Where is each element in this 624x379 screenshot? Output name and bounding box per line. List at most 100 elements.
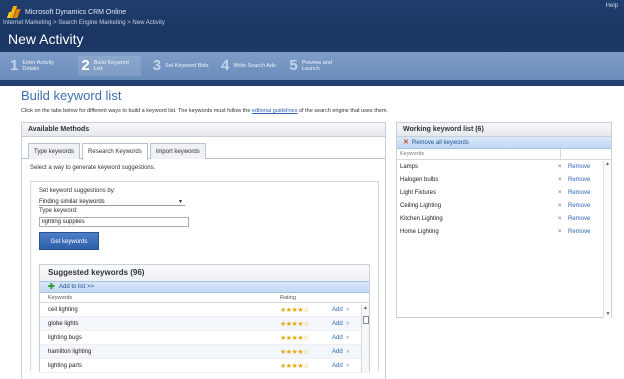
remove-all-button[interactable]: ✕ Remove all keywords [397,137,611,149]
remove-all-label: Remove all keywords [411,139,469,146]
keywords-column-header[interactable]: Keywords [400,149,424,159]
suggest-by-select[interactable]: Finding similar keywords ▼ [39,198,185,206]
keywords-column-header[interactable]: Keywords [40,293,280,302]
remove-link[interactable]: Remove [568,164,590,170]
keyword-cell: lighting bugs [48,334,82,341]
rating-stars-icon: ★★★★☆ [280,320,309,328]
suggest-by-value: Finding similar keywords [39,199,105,205]
step-label: Build Keyword List [93,60,129,72]
keyword-cell: globe lights [48,320,79,327]
remove-link[interactable]: Remove [568,177,590,183]
list-item: Halogen bulbs × Remove [397,173,611,186]
step-label: Write Search Ads [233,63,276,69]
step-label: Set Keyword Bids [165,63,209,69]
research-box: Set keyword suggestions by: Finding simi… [30,181,379,373]
get-keywords-button[interactable]: Get keywords [39,232,99,250]
app-title: Microsoft Dynamics CRM Online [25,9,127,16]
keyword-cell: hamilton lighting [48,348,92,355]
remove-x-icon[interactable]: × [558,216,568,222]
step-number: 5 [289,57,298,74]
step-write-ads[interactable]: 4 Write Search Ads [221,58,277,74]
working-rows: Lamps × Remove Halogen bulbs × Remove Li… [397,160,611,238]
tab-import-keywords[interactable]: Import keywords [149,143,206,159]
editorial-guidelines-link[interactable]: editorial guidelines [252,108,298,114]
working-keyword: Light Fixtures [400,189,437,196]
working-scrollbar[interactable]: ▲ ▼ [603,161,611,318]
remove-x-icon[interactable]: × [558,229,568,235]
remove-icon: ✕ [403,138,409,146]
method-hint: Select a way to generate keyword suggest… [30,165,156,171]
double-chevron-right-icon: » [346,362,350,369]
step-build-keyword-list[interactable]: 2 Build Keyword List [78,56,141,76]
add-link[interactable]: Add [332,321,346,327]
table-row[interactable]: ceil lighting ★★★★☆ Add » [40,303,369,317]
table-row[interactable]: lighting bugs ★★★★☆ Add » [40,331,369,345]
add-link[interactable]: Add [332,349,346,355]
keyword-cell: ceil lighting [48,306,78,313]
keyword-input[interactable] [39,217,189,227]
suggested-scrollbar[interactable]: ▲ [361,305,369,373]
remove-x-icon[interactable]: × [558,203,568,209]
double-chevron-right-icon: » [346,320,350,327]
tab-type-keywords[interactable]: Type keywords [28,143,81,159]
remove-link[interactable]: Remove [568,203,590,209]
method-tabs: Type keywords Research Keywords Import k… [22,137,385,160]
remove-x-icon[interactable]: × [558,190,568,196]
rating-stars-icon: ★★★★☆ [280,306,309,314]
rating-stars-icon: ★★★★☆ [280,362,309,370]
add-to-list-button[interactable]: ✚ Add to list >> [40,281,369,293]
tab-research-keywords[interactable]: Research Keywords [82,143,148,160]
step-number: 3 [152,57,162,74]
working-column-header: Keywords [397,149,611,160]
remove-link[interactable]: Remove [568,229,590,235]
step-enter-details[interactable]: 1 Enter Activity Details [10,58,66,74]
section-title: Build keyword list [21,88,122,103]
step-preview-launch[interactable]: 5 Preview and Launch [289,58,345,74]
remove-x-icon[interactable]: × [558,164,568,170]
chevron-down-icon: ▼ [178,199,183,205]
available-methods-panel: Available Methods Type keywords Research… [21,122,386,379]
list-item: Kitchen Lighting × Remove [397,212,611,225]
remove-link[interactable]: Remove [568,190,590,196]
intro-text-before: Click on the tabs below for different wa… [21,108,252,114]
step-number: 1 [10,57,19,74]
step-label: Enter Activity Details [22,60,55,72]
add-link[interactable]: Add [332,307,346,313]
step-set-bids[interactable]: 3 Set Keyword Bids [153,58,209,74]
add-to-list-label: Add to list >> [59,283,95,290]
remove-link[interactable]: Remove [568,216,590,222]
wizard-steps: 1 Enter Activity Details 2 Build Keyword… [0,52,624,80]
suggested-rows: ceil lighting ★★★★☆ Add » globe lights ★… [40,303,369,373]
table-row[interactable]: globe lights ★★★★☆ Add » [40,317,369,331]
type-keyword-label: Type keyword: [39,208,78,214]
add-link[interactable]: Add [332,363,346,369]
suggested-column-header: Keywords Rating [40,293,369,303]
intro-text-after: of the search engine that uses them. [297,108,388,114]
suggest-by-label: Set keyword suggestions by: [39,188,116,194]
help-link[interactable]: Help [606,3,618,9]
plus-icon: ✚ [48,282,55,291]
scroll-up-icon[interactable]: ▲ [604,161,611,168]
dynamics-logo-icon [6,4,22,18]
table-row[interactable]: hamilton lighting ★★★★☆ Add » [40,345,369,359]
rating-column-header[interactable]: Rating [280,293,340,302]
working-keyword-list-panel: Working keyword list (6) ✕ Remove all ke… [396,122,612,318]
top-bar: Microsoft Dynamics CRM Online Help [0,0,624,18]
list-item: Ceiling Lighting × Remove [397,199,611,212]
breadcrumb[interactable]: Internet Marketing > Search Engine Marke… [0,18,624,28]
working-list-title: Working keyword list (6) [397,123,611,137]
working-keyword: Ceiling Lighting [400,202,442,209]
scroll-thumb[interactable] [362,316,369,324]
suggested-title: Suggested keywords (96) [40,265,369,281]
step-label: Preview and Launch [301,60,332,72]
panel-title: Available Methods [22,123,385,137]
remove-x-icon[interactable]: × [558,177,568,183]
table-row[interactable]: lighting parts ★★★★☆ Add » [40,359,369,373]
working-keyword: Home Lighting [400,228,439,235]
step-number: 2 [81,57,90,74]
keyword-cell: lighting parts [48,362,83,369]
scroll-up-icon[interactable]: ▲ [362,305,369,312]
scroll-down-icon[interactable]: ▼ [604,311,612,318]
add-link[interactable]: Add [332,335,346,341]
column-divider [560,149,561,160]
